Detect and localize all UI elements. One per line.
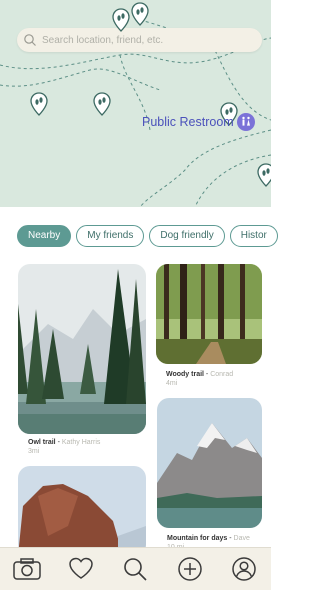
- tab-nearby[interactable]: Nearby: [17, 225, 72, 247]
- poi-public-restroom[interactable]: Public Restroom: [142, 113, 255, 131]
- trail-distance: 4mi: [166, 380, 178, 387]
- tab-dog-friendly[interactable]: Dog friendly: [149, 225, 225, 247]
- add-icon[interactable]: [175, 554, 205, 584]
- trail-photo: [18, 264, 146, 434]
- camera-icon[interactable]: [12, 554, 42, 584]
- trail-card-mountain[interactable]: [157, 398, 262, 528]
- trail-title: Owl trail: [28, 439, 56, 446]
- trail-card-woody[interactable]: [156, 264, 262, 364]
- footprints-pin-icon[interactable]: [93, 92, 111, 116]
- footprints-pin-icon[interactable]: [257, 163, 271, 187]
- trail-photo: [18, 466, 146, 556]
- trail-author: Kathy Harris: [61, 439, 101, 446]
- trail-card-cliff[interactable]: [18, 466, 146, 556]
- heart-icon[interactable]: [66, 554, 96, 584]
- trail-card-owl[interactable]: [18, 264, 146, 434]
- tab-my-friends[interactable]: My friends: [76, 225, 145, 247]
- bottom-nav: [0, 547, 271, 590]
- trail-photo: [156, 264, 262, 364]
- trail-caption-woody: Woody trail - Conrad 4mi: [166, 371, 234, 387]
- map-view[interactable]: Public Restroom: [0, 0, 271, 207]
- trail-distance: 3mi: [28, 448, 40, 455]
- search-input[interactable]: [37, 33, 262, 47]
- footprints-pin-icon[interactable]: [30, 92, 48, 116]
- tab-history[interactable]: Histor: [229, 225, 278, 247]
- poi-label: Public Restroom: [142, 115, 234, 129]
- profile-icon[interactable]: [229, 554, 259, 584]
- search-icon[interactable]: [120, 554, 150, 584]
- trail-title: Woody trail: [166, 371, 204, 378]
- trail-author: Conrad: [210, 371, 234, 378]
- trail-caption-owl: Owl trail - Kathy Harris 3mi: [28, 439, 101, 455]
- footprints-pin-icon[interactable]: [131, 2, 149, 26]
- footprints-pin-icon[interactable]: [112, 8, 130, 32]
- trail-title: Mountain for days: [167, 535, 228, 542]
- search-bar[interactable]: [17, 28, 262, 52]
- filter-tabs: Nearby My friends Dog friendly Histor: [17, 225, 278, 247]
- trail-photo: [157, 398, 262, 528]
- trail-author: Dave: [233, 535, 250, 542]
- search-icon: [24, 34, 36, 46]
- restroom-icon: [236, 113, 255, 131]
